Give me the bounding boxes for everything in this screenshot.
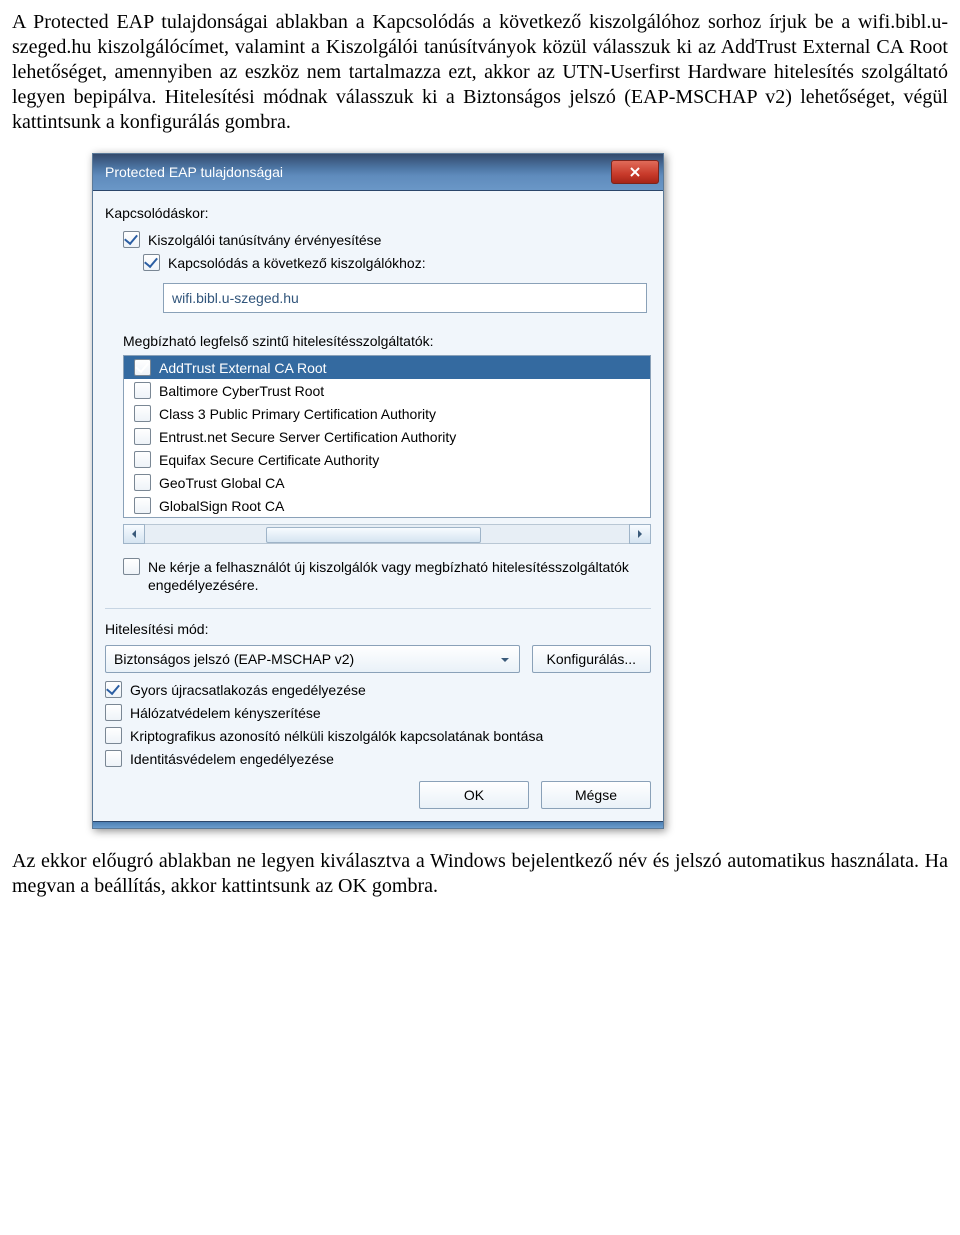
validate-cert-row[interactable]: Kiszolgálói tanúsítvány érvényesítése	[123, 231, 651, 248]
dialog-title: Protected EAP tulajdonságai	[105, 164, 283, 180]
protected-eap-dialog: Protected EAP tulajdonságai Kapcsolódásk…	[92, 153, 664, 829]
ca-item-label: GeoTrust Global CA	[159, 475, 285, 491]
cancel-button[interactable]: Mégse	[541, 781, 651, 809]
close-button[interactable]	[611, 160, 659, 184]
ca-item-label: Baltimore CyberTrust Root	[159, 383, 324, 399]
identity-protection-checkbox[interactable]	[105, 750, 122, 767]
trusted-ca-header: Megbízható legfelső szintű hitelesítéssz…	[123, 333, 651, 349]
scroll-track[interactable]	[145, 524, 629, 544]
section-connect-label: Kapcsolódáskor:	[105, 205, 651, 221]
ca-item-label: AddTrust External CA Root	[159, 360, 327, 376]
dialog-bottom-bar	[93, 821, 663, 828]
connect-to-checkbox[interactable]	[143, 254, 160, 271]
ca-list-hscrollbar[interactable]	[123, 524, 651, 544]
identity-protection-label: Identitásvédelem engedélyezése	[130, 751, 334, 767]
connect-to-row[interactable]: Kapcsolódás a következő kiszolgálókhoz:	[143, 254, 651, 271]
server-input[interactable]	[163, 283, 647, 313]
no-prompt-checkbox[interactable]	[123, 558, 140, 575]
ca-item-label: Class 3 Public Primary Certification Aut…	[159, 406, 436, 422]
fast-reconnect-row[interactable]: Gyors újracsatlakozás engedélyezése	[105, 681, 651, 698]
ca-item-checkbox[interactable]	[134, 359, 151, 376]
ca-list-item[interactable]: GeoTrust Global CA	[124, 471, 650, 494]
ca-list-item[interactable]: Baltimore CyberTrust Root	[124, 379, 650, 402]
ca-list-item[interactable]: Class 3 Public Primary Certification Aut…	[124, 402, 650, 425]
title-bar: Protected EAP tulajdonságai	[93, 154, 663, 191]
ca-list-item[interactable]: Entrust.net Secure Server Certification …	[124, 425, 650, 448]
ca-list-item[interactable]: Equifax Secure Certificate Authority	[124, 448, 650, 471]
auth-mode-dropdown[interactable]: Biztonságos jelszó (EAP-MSCHAP v2)	[105, 645, 520, 673]
validate-cert-label: Kiszolgálói tanúsítvány érvényesítése	[148, 232, 381, 248]
fast-reconnect-label: Gyors újracsatlakozás engedélyezése	[130, 682, 366, 698]
crypto-bind-row[interactable]: Kriptografikus azonosító nélküli kiszolg…	[105, 727, 651, 744]
outro-paragraph: Az ekkor előugró ablakban ne legyen kivá…	[12, 849, 948, 899]
ca-item-checkbox[interactable]	[134, 474, 151, 491]
configure-button[interactable]: Konfigurálás...	[532, 645, 652, 673]
connect-to-label: Kapcsolódás a következő kiszolgálókhoz:	[168, 255, 426, 271]
ca-list-item[interactable]: GlobalSign Root CA	[124, 494, 650, 517]
ca-item-checkbox[interactable]	[134, 497, 151, 514]
ca-item-label: Equifax Secure Certificate Authority	[159, 452, 379, 468]
crypto-bind-checkbox[interactable]	[105, 727, 122, 744]
network-protection-checkbox[interactable]	[105, 704, 122, 721]
chevron-down-icon	[499, 653, 511, 665]
identity-protection-row[interactable]: Identitásvédelem engedélyezése	[105, 750, 651, 767]
ca-item-label: Entrust.net Secure Server Certification …	[159, 429, 456, 445]
auth-mode-label: Hitelesítési mód:	[105, 621, 651, 637]
scroll-right-button[interactable]	[629, 524, 651, 544]
network-protection-row[interactable]: Hálózatvédelem kényszerítése	[105, 704, 651, 721]
crypto-bind-label: Kriptografikus azonosító nélküli kiszolg…	[130, 728, 543, 744]
divider	[105, 608, 651, 609]
scroll-left-button[interactable]	[123, 524, 145, 544]
fast-reconnect-checkbox[interactable]	[105, 681, 122, 698]
scroll-thumb[interactable]	[266, 527, 481, 543]
ca-item-checkbox[interactable]	[134, 405, 151, 422]
auth-mode-value: Biztonságos jelszó (EAP-MSCHAP v2)	[114, 651, 354, 667]
ca-item-checkbox[interactable]	[134, 382, 151, 399]
network-protection-label: Hálózatvédelem kényszerítése	[130, 705, 321, 721]
ca-item-checkbox[interactable]	[134, 428, 151, 445]
trusted-ca-list[interactable]: AddTrust External CA Root Baltimore Cyber…	[123, 355, 651, 518]
no-prompt-label: Ne kérje a felhasználót új kiszolgálók v…	[148, 558, 651, 594]
ok-button[interactable]: OK	[419, 781, 529, 809]
ca-list-item[interactable]: AddTrust External CA Root	[124, 356, 650, 379]
close-icon	[629, 166, 641, 178]
validate-cert-checkbox[interactable]	[123, 231, 140, 248]
no-prompt-row[interactable]: Ne kérje a felhasználót új kiszolgálók v…	[123, 558, 651, 594]
ca-item-checkbox[interactable]	[134, 451, 151, 468]
ca-item-label: GlobalSign Root CA	[159, 498, 284, 514]
intro-paragraph: A Protected EAP tulajdonságai ablakban a…	[12, 10, 948, 135]
